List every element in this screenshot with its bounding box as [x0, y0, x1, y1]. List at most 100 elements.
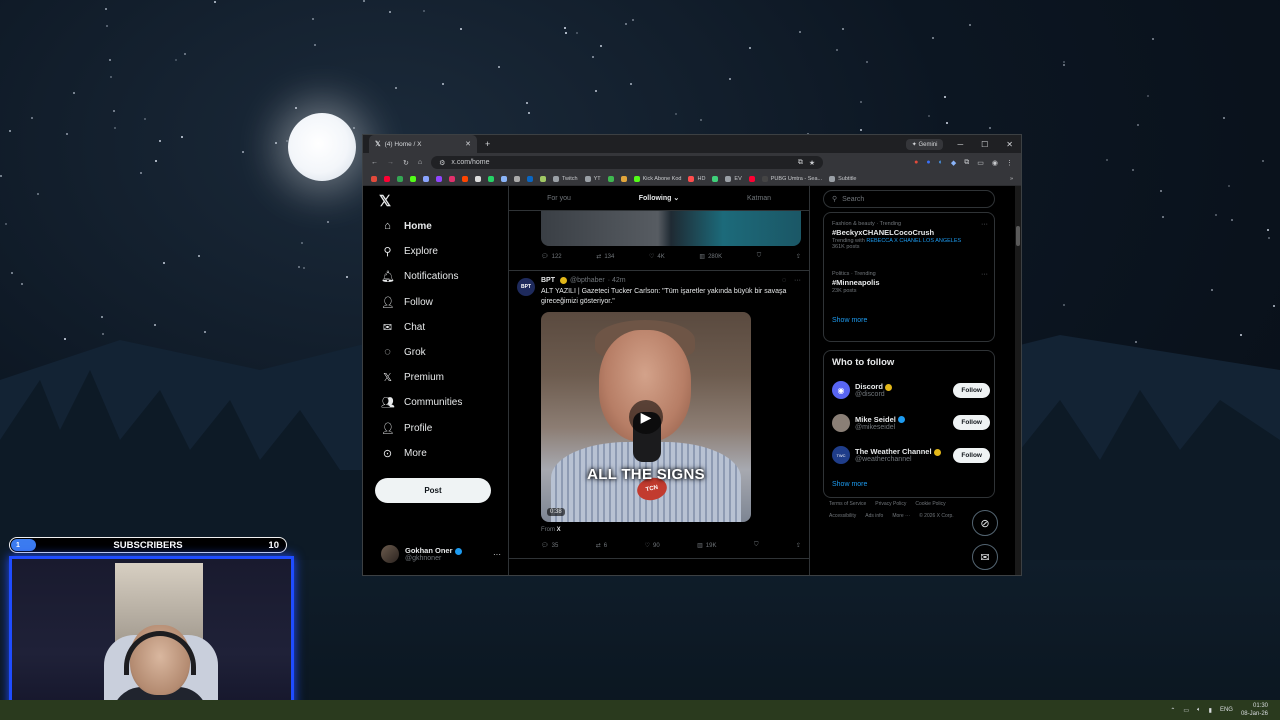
tab-for-you[interactable]: For you	[509, 195, 609, 202]
grok-fab-icon[interactable]: ⊘	[972, 510, 998, 536]
bookmarks-overflow-icon[interactable]: »	[1010, 176, 1013, 182]
bookmark-item[interactable]	[475, 175, 481, 182]
like-button[interactable]: ♡ 90	[645, 542, 660, 550]
forward-icon[interactable]: →	[387, 159, 394, 166]
new-tab-button[interactable]: +	[485, 139, 490, 149]
extensions-puzzle-icon[interactable]: ⧉	[964, 159, 969, 167]
more-dots-icon[interactable]: ···	[493, 550, 501, 559]
nav-item-communities[interactable]: 👥︎ Communities	[381, 396, 462, 409]
tray-chevron-icon[interactable]: ⌃	[1170, 707, 1175, 714]
nav-item-explore[interactable]: ⚲ Explore	[381, 245, 437, 258]
views-button[interactable]: ▥ 19K	[697, 542, 716, 550]
page-scrollbar[interactable]	[1015, 186, 1021, 575]
trends-show-more[interactable]: Show more	[832, 317, 867, 324]
bookmark-item[interactable]	[436, 175, 442, 182]
gemini-button[interactable]: ✦ Gemini	[905, 138, 944, 150]
bookmark-item[interactable]	[410, 175, 416, 182]
footer-link[interactable]: Terms of Service	[829, 501, 866, 507]
extension-icon[interactable]: ●	[926, 159, 930, 167]
tweet-avatar[interactable]: BPT	[517, 278, 535, 296]
bookmark-item[interactable]: PUBG Umtra - Sea...	[761, 175, 822, 182]
site-info-icon[interactable]: ⚙	[439, 159, 445, 167]
bookmark-item[interactable]	[488, 175, 494, 182]
tweet-author-name[interactable]: BPT	[541, 277, 555, 284]
reply-button[interactable]: 💬︎ 122	[541, 253, 562, 261]
trend-item[interactable]: Politics · Trending #Minneapolis 23K pos…	[832, 271, 988, 294]
tweet-more-icon[interactable]: ···	[794, 277, 801, 284]
post-button[interactable]: Post	[375, 478, 491, 503]
tweet-video[interactable]: TCN ALL THE SIGNS ▶ 0:38	[541, 312, 751, 522]
address-bar[interactable]: ⚙ x.com/home ⧉ ★	[431, 156, 824, 169]
bookmark-item[interactable]	[462, 175, 468, 182]
messages-fab-icon[interactable]: ✉	[972, 544, 998, 570]
volume-icon[interactable]: 🔈︎	[1197, 707, 1201, 714]
nav-item-chat[interactable]: ✉ Chat	[381, 321, 425, 334]
bookmark-item[interactable]: Twitch	[553, 175, 578, 182]
bookmark-item[interactable]	[540, 175, 546, 182]
follow-button[interactable]: Follow	[953, 415, 990, 430]
nav-item-follow[interactable]: 👤︎ Follow	[381, 296, 433, 309]
footer-link[interactable]: Accessibility	[829, 513, 856, 519]
window-close-icon[interactable]: ✕	[1006, 140, 1013, 149]
reload-icon[interactable]: ↻	[403, 159, 409, 167]
extension-icon[interactable]: ◐	[939, 159, 943, 167]
trend-link[interactable]: REBECCA X CHANEL LOS ANGELES	[866, 238, 961, 244]
bookmark-item[interactable]	[607, 175, 614, 182]
bookmark-item[interactable]	[397, 175, 403, 182]
views-button[interactable]: ▥ 280K	[699, 253, 722, 261]
bookmark-item[interactable]	[712, 175, 719, 182]
follow-suggestion[interactable]: Mike Seidel @mikeseidel Follow	[832, 412, 990, 434]
follow-button[interactable]: Follow	[953, 382, 990, 398]
tab-x-home[interactable]: 𝕏 (4) Home / X ✕	[369, 135, 477, 153]
share-icon[interactable]: ⇪	[796, 542, 801, 549]
back-icon[interactable]: ←	[371, 159, 378, 166]
bookmark-icon[interactable]: ⛉	[757, 253, 762, 260]
language-indicator[interactable]: ENG	[1220, 707, 1233, 713]
footer-link[interactable]: More ···	[892, 513, 910, 519]
tweet-age[interactable]: · 42m	[608, 277, 626, 284]
like-button[interactable]: ♡ 4K	[649, 253, 665, 261]
nav-item-grok[interactable]: ◌ Grok	[381, 346, 425, 358]
bookmark-star-icon[interactable]: ★	[809, 159, 815, 167]
follow-suggestion[interactable]: TWC The Weather Channel @weatherchannel Fol…	[832, 444, 990, 466]
close-tab-icon[interactable]: ✕	[465, 140, 471, 148]
menu-kebab-icon[interactable]: ⋮	[1006, 159, 1013, 167]
footer-link[interactable]: Ads info	[865, 513, 883, 519]
follow-button[interactable]: Follow	[953, 447, 990, 463]
who-to-follow-show-more[interactable]: Show more	[832, 481, 867, 488]
bookmark-icon[interactable]: ⛉	[754, 542, 759, 549]
bookmark-item[interactable]	[620, 175, 627, 182]
nav-item-notifications[interactable]: 🔔︎ Notifications	[381, 270, 458, 283]
reply-button[interactable]: 💬︎ 35	[541, 542, 558, 550]
follow-suggestion[interactable]: ◉ Discord @discord Follow	[832, 379, 990, 401]
previous-tweet-media[interactable]	[541, 210, 801, 246]
bookmark-item[interactable]	[514, 175, 520, 182]
trend-more-icon[interactable]: ···	[981, 271, 988, 278]
bookmark-item[interactable]	[384, 175, 390, 182]
search-input[interactable]: ⚲ Search	[823, 190, 995, 208]
nav-item-home[interactable]: ⌂ Home	[381, 220, 432, 232]
bookmark-item[interactable]	[371, 175, 377, 182]
bookmark-item[interactable]	[527, 175, 533, 182]
repost-button[interactable]: ⇄ 6	[596, 542, 607, 550]
play-icon[interactable]: ▶	[629, 400, 663, 434]
tab-katman[interactable]: Katman	[709, 195, 809, 202]
minimize-icon[interactable]: ─	[957, 140, 963, 149]
x-logo-icon[interactable]: 𝕏	[379, 192, 391, 210]
network-icon[interactable]: ▭	[1183, 707, 1189, 714]
screen-share-icon[interactable]: ⧉	[798, 159, 803, 167]
nav-item-premium[interactable]: 𝕏 Premium	[381, 371, 444, 384]
nav-item-more[interactable]: ⊙ More	[381, 447, 427, 460]
nav-item-profile[interactable]: 👤︎ Profile	[381, 422, 432, 435]
share-icon[interactable]: ⇪	[796, 253, 801, 260]
footer-link[interactable]: Privacy Policy	[875, 501, 906, 507]
footer-link[interactable]: Cookie Policy	[915, 501, 945, 507]
clock[interactable]: 01:30 08-Jan-26	[1241, 702, 1268, 718]
extension-icon[interactable]: ●	[914, 159, 918, 167]
trend-more-icon[interactable]: ···	[981, 221, 988, 228]
bookmark-item[interactable]: Kick Abone Kod	[633, 175, 681, 182]
extension-icon[interactable]: ◆	[951, 159, 956, 167]
trend-item[interactable]: Fashion & beauty · Trending #BeckyxCHANE…	[832, 221, 988, 250]
bookmark-item[interactable]: YT	[584, 175, 601, 182]
tab-following[interactable]: Following ⌄	[609, 194, 709, 202]
